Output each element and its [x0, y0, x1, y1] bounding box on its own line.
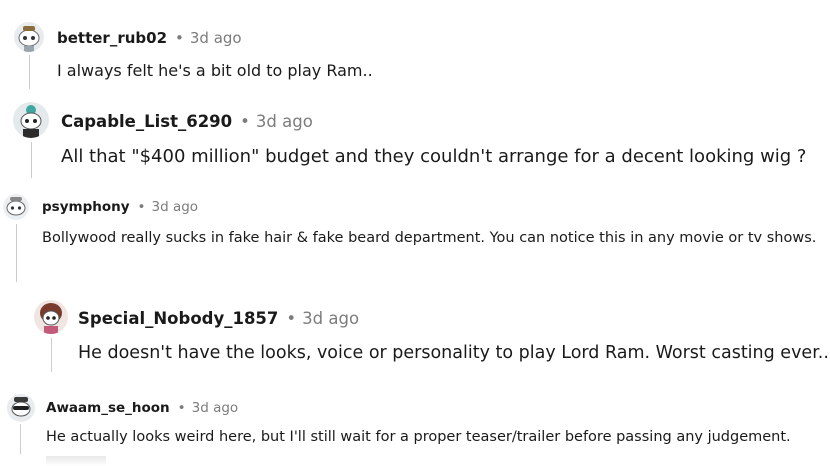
timestamp[interactable]: 3d ago [192, 400, 239, 416]
avatar[interactable] [14, 22, 44, 52]
avatar[interactable] [3, 194, 29, 220]
snoo-avatar-icon [20, 105, 42, 138]
thread-line[interactable] [29, 55, 30, 89]
comment-body: Bollywood really sucks in fake hair & fa… [42, 230, 817, 246]
thread-line[interactable] [20, 424, 21, 454]
snoo-avatar-icon [11, 397, 31, 417]
timestamp[interactable]: 3d ago [152, 199, 199, 215]
username[interactable]: Special_Nobody_1857 [78, 309, 278, 328]
thread-line[interactable] [51, 338, 52, 372]
comment-body: I always felt he's a bit old to play Ram… [57, 61, 373, 80]
username[interactable]: better_rub02 [57, 29, 167, 47]
separator-dot: • [286, 309, 297, 328]
separator-dot: • [177, 400, 186, 416]
comment-meta: Special_Nobody_1857 • 3d ago [78, 309, 359, 328]
timestamp[interactable]: 3d ago [190, 29, 242, 47]
separator-dot: • [240, 112, 250, 131]
thread-line[interactable] [31, 142, 32, 178]
username[interactable]: Capable_List_6290 [61, 112, 232, 131]
snoo-avatar-icon [18, 26, 40, 52]
timestamp[interactable]: 3d ago [302, 309, 359, 328]
thread-line[interactable] [16, 224, 17, 282]
username[interactable]: Awaam_se_hoon [46, 400, 170, 416]
comment-meta: Awaam_se_hoon • 3d ago [46, 400, 238, 416]
comment-meta: Capable_List_6290 • 3d ago [61, 112, 313, 131]
comment-body: He doesn't have the looks, voice or pers… [78, 343, 828, 363]
avatar[interactable] [34, 300, 68, 334]
avatar[interactable] [7, 394, 35, 422]
avatar[interactable] [13, 102, 49, 138]
snoo-avatar-icon [6, 197, 26, 216]
snoo-avatar-icon [40, 303, 62, 334]
username[interactable]: psymphony [42, 199, 130, 215]
comment-body: He actually looks weird here, but I'll s… [46, 429, 791, 445]
comment-meta: better_rub02 • 3d ago [57, 29, 242, 47]
comment-body: All that "$400 million" budget and they … [61, 146, 807, 167]
separator-dot: • [175, 29, 184, 47]
cutoff-fade [46, 456, 106, 466]
comment-meta: psymphony • 3d ago [42, 199, 198, 215]
separator-dot: • [137, 199, 146, 215]
timestamp[interactable]: 3d ago [256, 112, 313, 131]
